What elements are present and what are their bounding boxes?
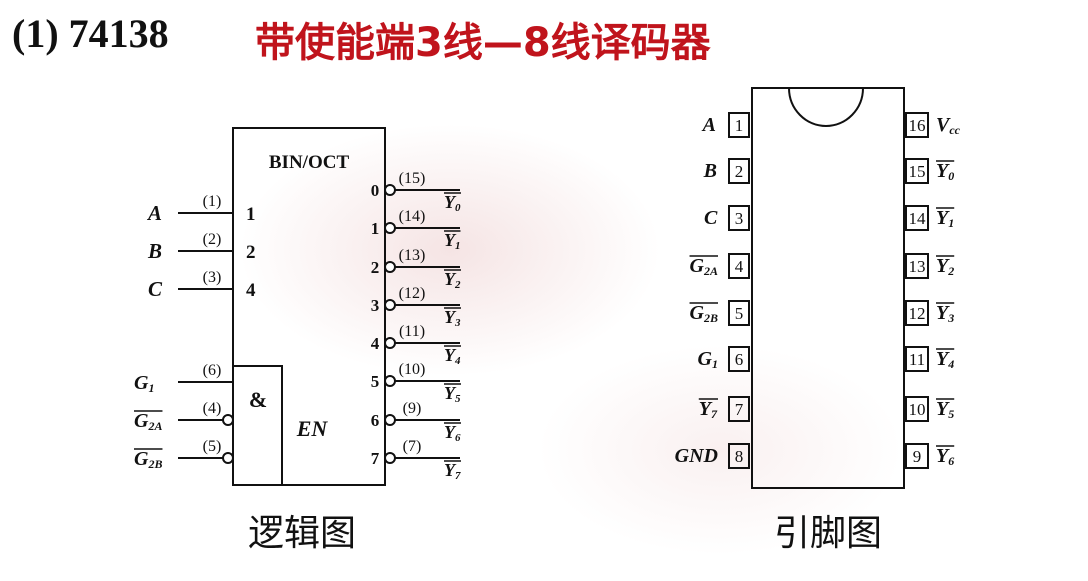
enable-name: G2A [134,410,162,433]
output-pin: (14) [399,208,426,225]
input-pin: (1) [203,193,222,210]
output-pin: (11) [399,323,425,340]
pin-number: 3 [735,209,744,228]
enable-lines: (6) G1 (4) G2A (5) G2B [134,362,234,471]
pin-number: 9 [913,447,922,466]
input-name: B [147,239,162,263]
inversion-bubble [222,452,234,464]
pin-label: Y6 [936,445,954,468]
pin-label: G2A [690,255,718,278]
inversion-bubble [384,414,396,426]
output-index: 4 [371,334,380,353]
pin-label: GND [675,445,718,467]
pin-label: C [704,207,718,229]
inversion-bubble [384,222,396,234]
output-pin: (7) [403,438,422,455]
pin-number: 8 [735,447,744,466]
pin-label: A [701,114,716,136]
output-index: 2 [371,258,380,277]
pin-number: 6 [735,350,744,369]
pinout-diagram: 1A 2B 3C 4 G2A 5 G2B 6 G1 7 Y7 8 GND 16 Vcc 15 Y0 14 Y1 13… [675,87,961,554]
output-index: 7 [371,449,380,468]
pin-number: 5 [735,304,744,323]
pin-number: 13 [909,257,926,276]
pin-number: 15 [909,162,926,181]
input-name: A [146,201,162,225]
output-index: 3 [371,296,380,315]
output-index: 1 [371,219,380,238]
pin-label: Vcc [936,114,961,137]
pin-number: 11 [909,350,925,369]
pin-label: Y3 [936,302,954,325]
enable-pin: (5) [203,438,222,455]
pin-number: 2 [735,162,744,181]
input-lines: A (1) 1 B (2) 2 C (3) 4 [146,193,256,301]
pin-label: Y1 [936,207,954,230]
pin-number: 1 [735,116,744,135]
inversion-bubble [222,414,234,426]
output-name: Y2 [444,269,461,291]
output-index: 0 [371,181,380,200]
pin-label: B [703,160,717,182]
enable-name: G1 [134,372,154,395]
input-weight: 2 [246,242,256,263]
output-name: Y5 [444,383,461,405]
enable-pin: (4) [203,400,222,417]
pin-number: 10 [909,400,926,419]
output-index: 5 [371,372,380,391]
output-pin: (15) [399,170,426,187]
logic-caption: 逻辑图 [248,513,356,554]
input-weight: 4 [246,280,256,301]
pin-number: 4 [735,257,744,276]
pin-number: 12 [909,304,926,323]
block-label: BIN/OCT [269,152,350,173]
pin-label: G2B [690,302,718,325]
inversion-bubble [384,184,396,196]
pin-number: 16 [909,116,926,135]
pin-label: G1 [698,348,718,371]
diagram-canvas: BIN/OCT & EN A (1) 1 B (2) 2 C (3) 4 (6) G1 (4) G2A… [134,87,961,554]
input-weight: 1 [246,204,256,225]
pin-label: Y7 [699,398,718,421]
pin-label: Y0 [936,160,954,183]
chip-notch [788,87,864,127]
output-pin: (13) [399,247,426,264]
output-pin: (12) [399,285,426,302]
pin-label: Y2 [936,255,954,278]
output-name: Y7 [444,460,461,482]
pinout-caption: 引脚图 [774,513,882,554]
output-pin: (10) [399,361,426,378]
enable-name: G2B [134,448,162,471]
inversion-bubble [384,375,396,387]
logic-diagram: BIN/OCT & EN A (1) 1 B (2) 2 C (3) 4 (6) G1 (4) G2A… [134,127,461,554]
enable-pin: (6) [203,362,222,379]
left-pins: 1A 2B 3C 4 G2A 5 G2B 6 G1 7 Y7 8 GND [675,112,750,469]
input-name: C [148,277,163,301]
right-pins: 16 Vcc 15 Y0 14 Y1 13 Y2 12 Y3 11 Y4 10 Y5 9 Y6 [905,112,961,469]
output-name: Y6 [444,422,461,444]
inversion-bubble [384,261,396,273]
pin-label: Y4 [936,348,954,371]
output-pin: (9) [403,400,422,417]
pin-number: 14 [909,209,927,228]
output-name: Y4 [444,345,461,367]
output-name: Y0 [444,192,461,214]
and-gate-symbol: & [249,387,267,412]
input-pin: (3) [203,269,222,286]
chip-body [751,87,905,489]
inversion-bubble [384,337,396,349]
inversion-bubble [384,452,396,464]
output-index: 6 [371,411,380,430]
output-name: Y3 [444,307,461,329]
inversion-bubble [384,299,396,311]
output-name: Y1 [444,230,461,252]
pin-number: 7 [735,400,744,419]
enable-label: EN [296,416,329,441]
pin-label: Y5 [936,398,954,421]
input-pin: (2) [203,231,222,248]
and-gate-box [232,365,283,486]
